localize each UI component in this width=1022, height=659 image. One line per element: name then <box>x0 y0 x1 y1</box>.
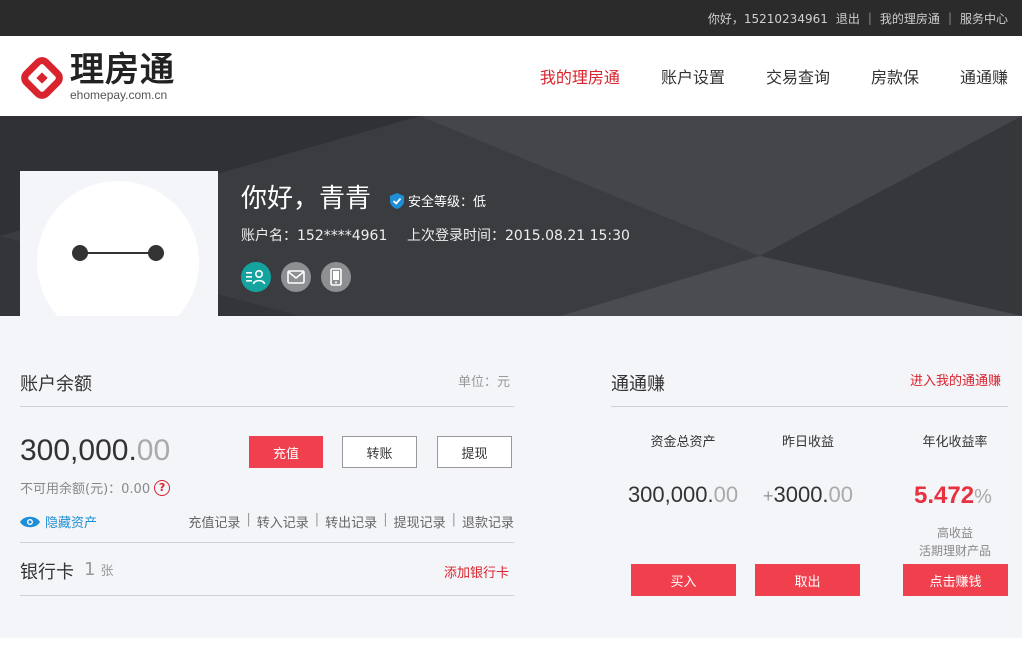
hide-assets-label: 隐藏资产 <box>45 516 98 531</box>
top-bar: 你好，15210234961 退出 | 我的理房通 | 服务中心 <box>0 0 1022 36</box>
balance-unit: 单位：元 <box>458 375 511 390</box>
recharge-button[interactable]: 充值 <box>249 436 323 468</box>
dashboard-content: 账户余额 单位：元 300,000.00 不可用余额(元)：0.00 ? 充值 … <box>0 316 1022 638</box>
bank-card-title: 银行卡 <box>20 562 74 583</box>
product-note-line1: 高收益 <box>936 526 973 540</box>
withdraw-button[interactable]: 提现 <box>437 436 512 468</box>
yesterday-earnings-decimal: 00 <box>828 482 854 507</box>
divider <box>20 406 514 407</box>
divider: | <box>867 11 872 25</box>
nav-item-my-account[interactable]: 我的理房通 <box>540 64 620 88</box>
product-note-line2: 活期理财产品 <box>918 544 991 558</box>
security-level-text: 安全等级：低 <box>408 195 487 210</box>
main-nav: 我的理房通 账户设置 交易查询 房款保 通通赚 <box>499 36 1008 116</box>
divider: | <box>947 11 952 25</box>
site-header: 理房通 ehomepay.com.cn 我的理房通 账户设置 交易查询 房款保 … <box>0 36 1022 116</box>
security-level: 安全等级：低 <box>390 191 486 210</box>
logo-domain: ehomepay.com.cn <box>70 88 168 102</box>
balance-amount-integer: 300,000. <box>20 434 137 467</box>
divider <box>20 542 514 543</box>
tongtongzhuan-title: 通通赚 <box>611 374 665 395</box>
divider: | <box>246 512 251 527</box>
divider: | <box>383 512 388 527</box>
nav-item-tongtongzhuan[interactable]: 通通赚 <box>960 64 1008 88</box>
account-name: 账户名：152****4961 <box>241 228 388 244</box>
profile-greeting: 你好，青青 <box>241 184 372 214</box>
yesterday-earnings-value: +3000.00 <box>744 482 872 508</box>
annual-rate-label: 年化收益率 <box>922 435 988 450</box>
nav-item-fangkuanbao[interactable]: 房款保 <box>871 64 919 88</box>
frozen-balance-text: 不可用余额(元)：0.00 <box>20 482 151 497</box>
annual-rate-percent: % <box>974 486 992 508</box>
divider <box>611 406 1008 407</box>
recharge-records-link[interactable]: 充值记录 <box>188 512 240 531</box>
refund-records-link[interactable]: 退款记录 <box>462 512 514 531</box>
bank-card-count-value: 1 <box>84 559 96 580</box>
user-greeting: 你好，15210234961 <box>707 11 828 26</box>
transfer-out-records-link[interactable]: 转出记录 <box>325 512 377 531</box>
nav-item-transaction-query[interactable]: 交易查询 <box>766 64 830 88</box>
logo-icon[interactable] <box>20 56 64 100</box>
hide-assets-toggle[interactable]: 隐藏资产 <box>20 512 97 531</box>
help-icon[interactable]: ? <box>154 479 171 496</box>
logout-link[interactable]: 退出 <box>836 10 860 27</box>
add-bank-card-link[interactable]: 添加银行卡 <box>444 562 509 581</box>
frozen-balance: 不可用余额(元)：0.00 ? <box>20 478 171 497</box>
transfer-button[interactable]: 转账 <box>342 436 417 468</box>
bank-card-count: 1张 <box>84 559 113 580</box>
last-login-time: 上次登录时间：2015.08.21 15:30 <box>407 228 630 244</box>
mobile-phone-icon[interactable] <box>321 262 351 292</box>
logo-name[interactable]: 理房通 <box>70 50 175 90</box>
total-assets-integer: 300,000. <box>627 482 714 507</box>
yesterday-earnings-label: 昨日收益 <box>781 435 834 450</box>
divider: | <box>451 512 456 527</box>
avatar[interactable] <box>20 171 218 316</box>
total-assets-value: 300,000.00 <box>613 482 753 508</box>
divider <box>20 595 514 596</box>
redeem-button[interactable]: 取出 <box>755 564 860 596</box>
nav-item-account-settings[interactable]: 账户设置 <box>661 64 725 88</box>
balance-amount-decimal: 00 <box>136 434 171 467</box>
balance-amount: 300,000.00 <box>20 434 170 468</box>
shield-check-icon <box>390 192 404 209</box>
earn-money-button[interactable]: 点击赚钱 <box>903 564 1008 596</box>
total-assets-label: 资金总资产 <box>650 435 716 450</box>
balance-title: 账户余额 <box>20 374 92 395</box>
avatar-placeholder-icon <box>72 245 164 261</box>
withdraw-records-link[interactable]: 提现记录 <box>394 512 446 531</box>
yesterday-earnings-integer: 3000. <box>773 482 829 507</box>
profile-banner: 你好，青青 安全等级：低 账户名：152****4961 上次登录时间：2015… <box>0 116 1022 316</box>
divider: | <box>314 512 320 527</box>
total-assets-decimal: 00 <box>713 482 739 507</box>
record-links: 充值记录 | 转入记录 | 转出记录 | 提现记录 | 退款记录 <box>188 512 514 531</box>
plus-sign: + <box>762 486 774 506</box>
transfer-in-records-link[interactable]: 转入记录 <box>257 512 309 531</box>
avatar-placeholder <box>37 181 199 316</box>
annual-rate-number: 5.472 <box>914 482 975 509</box>
email-icon[interactable] <box>281 262 311 292</box>
service-center-link[interactable]: 服务中心 <box>960 10 1008 27</box>
enter-tongtongzhuan-link[interactable]: 进入我的通通赚 <box>910 370 1001 389</box>
bank-card-count-unit: 张 <box>100 564 114 579</box>
buy-button[interactable]: 买入 <box>631 564 736 596</box>
my-account-link[interactable]: 我的理房通 <box>880 10 940 27</box>
annual-rate-value: 5.472% <box>914 482 992 510</box>
eye-icon <box>20 516 40 527</box>
top-bar-links: 你好，15210234961 退出 | 我的理房通 | 服务中心 <box>708 0 1008 36</box>
identity-verify-icon[interactable] <box>241 262 271 292</box>
